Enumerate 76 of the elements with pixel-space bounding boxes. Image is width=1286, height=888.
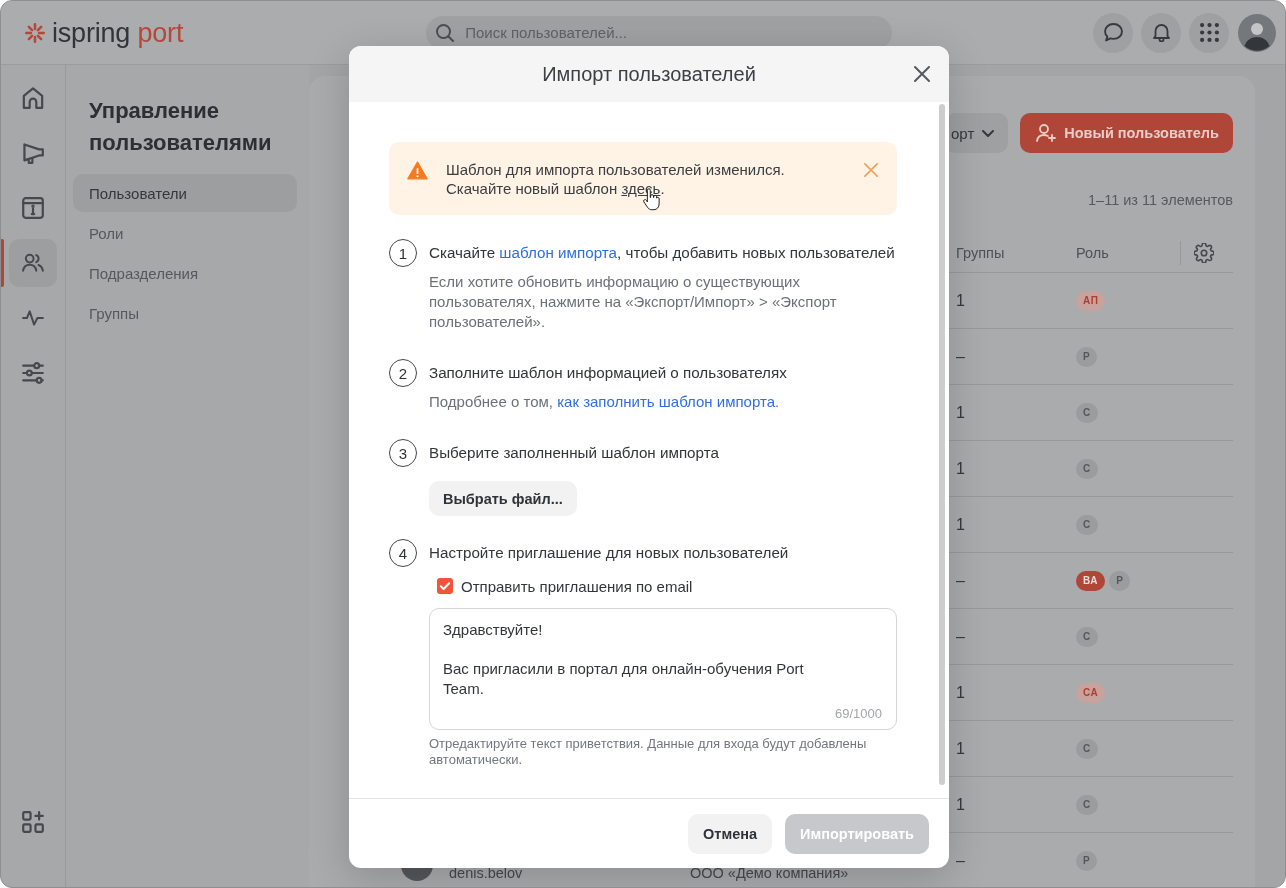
role-tag: С xyxy=(1076,458,1098,479)
dialog-title: Импорт пользователей xyxy=(542,62,756,86)
table-cell-text: 1 xyxy=(956,795,966,814)
logo-text: ispring port xyxy=(52,16,184,49)
table-cell-text: 1 xyxy=(956,515,966,534)
alert-message: Шаблон для импорта пользователей изменился. Скачайте новый шаблон здесь. xyxy=(446,160,846,198)
company-name: ООО «Демо компания» xyxy=(690,865,849,881)
user-login: denis.belov xyxy=(449,865,523,881)
inline-link[interactable]: здесь xyxy=(621,180,661,197)
megaphone-icon xyxy=(22,142,44,164)
user-avatar[interactable] xyxy=(1238,13,1276,52)
step-title: Заполните шаблон информацией о пользователях xyxy=(429,363,788,383)
step-title: Выберите заполненный шаблон импорта xyxy=(429,443,720,463)
table-cell-text: 1 xyxy=(956,459,966,478)
apps-button[interactable] xyxy=(1189,12,1229,53)
section-title: Управление пользователями xyxy=(89,97,273,157)
logo-icon xyxy=(24,21,46,44)
table-cell-text: 1 xyxy=(956,291,966,310)
step-title: Настройте приглашение для новых пользователей xyxy=(429,543,790,563)
home-icon xyxy=(22,87,44,109)
sidebar-item[interactable]: Пользователи xyxy=(73,174,297,212)
step-description: Если хотите обновить информацию о существующих пользователях, нажмите на «Экспорт/Импорт» > «Экспорт пользователей». xyxy=(429,272,838,332)
step-description: Подробнее о том, как заполнить шаблон импорта. xyxy=(429,392,781,412)
choose-file-button[interactable]: Выбрать файл... xyxy=(429,481,577,516)
close-icon xyxy=(914,66,930,82)
table-cell-text: 1 xyxy=(956,403,966,422)
checkbox-label: Отправить приглашения по email xyxy=(461,577,693,595)
apps-plus-icon xyxy=(22,811,44,833)
table-cell-text: – xyxy=(956,627,966,646)
role-tag: С xyxy=(1076,514,1098,535)
sliders-icon xyxy=(22,362,44,384)
chevron-down-icon xyxy=(982,129,995,137)
notifications-button[interactable] xyxy=(1141,12,1181,53)
nav-item[interactable] xyxy=(9,239,57,287)
dot-grid-icon xyxy=(1199,23,1219,42)
role-tag: С xyxy=(1076,794,1098,815)
close-icon xyxy=(864,163,878,177)
step-title: Скачайте шаблон импорта, чтобы добавить новых пользователей xyxy=(429,243,896,263)
messages-button[interactable] xyxy=(1093,12,1133,53)
role-tag: С xyxy=(1076,402,1098,423)
role-tag: Р xyxy=(1109,570,1131,591)
bell-icon xyxy=(1151,23,1171,42)
field-hint: Отредактируйте текст приветствия. Данные для входа будут добавлены автоматически. xyxy=(429,736,868,768)
table-cell-text: 1 xyxy=(956,739,966,758)
sidebar-item[interactable]: Подразделения xyxy=(73,254,297,292)
calendar-icon xyxy=(22,197,44,219)
table-cell-text: – xyxy=(956,571,966,590)
user-plus-icon xyxy=(1036,124,1057,142)
people-icon xyxy=(22,252,44,274)
role-tag: Р xyxy=(1076,850,1098,871)
new-user-button[interactable]: Новый пользователь xyxy=(1020,113,1233,153)
close-button[interactable] xyxy=(914,66,930,82)
role-tag: ВА xyxy=(1076,570,1106,591)
item-count: 1–11 из 11 элементов xyxy=(1088,191,1233,210)
table-cell-text: – xyxy=(956,347,966,366)
role-tag: С xyxy=(1076,626,1098,647)
role-tag: С xyxy=(1076,738,1098,759)
warning-icon xyxy=(407,161,428,180)
checkbox[interactable] xyxy=(437,578,453,594)
character-counter: 69/1000 xyxy=(835,706,882,722)
cancel-button[interactable]: Отмена xyxy=(688,813,773,854)
settings-icon[interactable] xyxy=(1194,242,1214,263)
role-tag: АП xyxy=(1076,290,1106,311)
search-icon xyxy=(436,23,455,42)
scrollbar[interactable] xyxy=(939,104,945,785)
sidebar-item[interactable]: Группы xyxy=(73,294,297,332)
speech-bubble-icon xyxy=(1103,23,1123,42)
column-header: Группы xyxy=(956,244,1006,261)
column-header: Роль xyxy=(1076,244,1110,261)
inline-link[interactable]: как заполнить шаблон импорта xyxy=(557,393,775,410)
table-cell-text: – xyxy=(956,851,966,870)
message-field[interactable]: Здравствуйте! Вас пригласили в портал для онлайн-обучения Port Team. 69/1000 xyxy=(429,608,897,730)
role-tag: Р xyxy=(1076,346,1098,367)
sidebar-item[interactable]: Роли xyxy=(73,214,297,252)
role-tag: СА xyxy=(1076,682,1106,703)
table-cell-text: 1 xyxy=(956,683,966,702)
